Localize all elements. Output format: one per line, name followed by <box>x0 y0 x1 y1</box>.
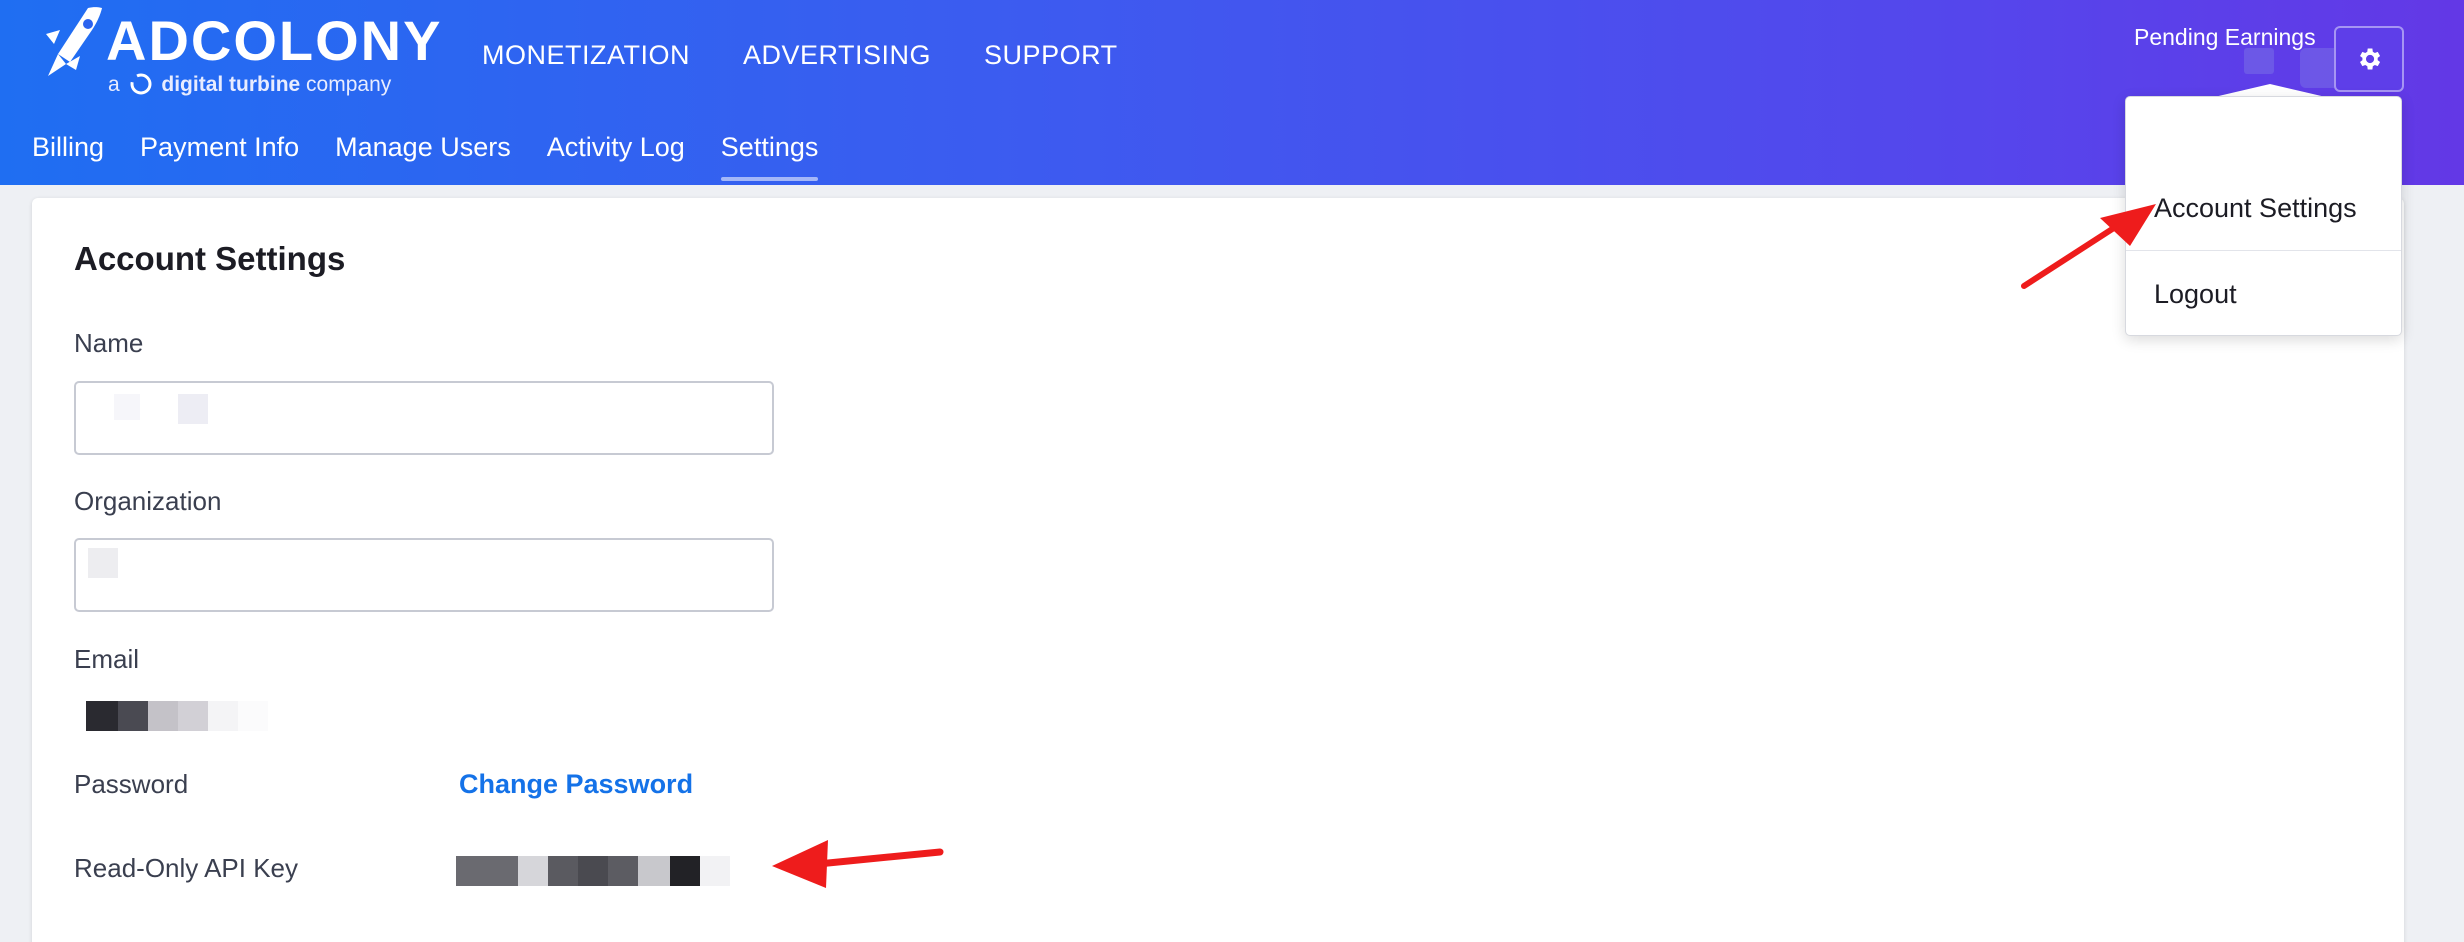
organization-redacted <box>88 548 118 578</box>
logo-wordmark: ADCOLONY <box>106 9 443 72</box>
page-title: Account Settings <box>74 240 346 277</box>
pending-earnings-label: Pending Earnings <box>2134 24 2316 50</box>
name-redacted <box>114 394 140 420</box>
organization-input[interactable] <box>74 538 774 612</box>
pending-earnings-redacted <box>2244 48 2274 74</box>
annotation-arrow-icon-2 <box>772 840 944 888</box>
settings-gear-button[interactable] <box>2334 26 2404 92</box>
subnav-settings[interactable]: Settings <box>720 132 818 181</box>
settings-dropdown-menu: Account Settings Logout <box>2125 96 2402 336</box>
api-key-label: Read-Only API Key <box>74 853 298 883</box>
logo-subline: a digital turbine company <box>108 72 391 97</box>
email-label: Email <box>74 644 140 674</box>
organization-label: Organization <box>74 486 222 516</box>
change-password-link[interactable]: Change Password <box>459 769 693 800</box>
nav-advertising[interactable]: ADVERTISING <box>743 40 931 71</box>
logo-subline-prefix: a <box>108 73 120 96</box>
gear-icon <box>2360 48 2381 70</box>
logo-subline-bold: digital turbine <box>161 73 301 96</box>
adcolony-logo[interactable]: ADCOLONY a digital turbine company <box>36 4 440 104</box>
sub-nav: Billing Payment Info Manage Users Activi… <box>32 132 818 181</box>
password-label: Password <box>74 769 189 799</box>
account-settings-card: Account Settings Name Organization Email… <box>32 198 2404 942</box>
email-redacted <box>86 701 276 731</box>
subnav-payment-info[interactable]: Payment Info <box>140 132 299 173</box>
rocket-icon <box>46 7 102 76</box>
digital-turbine-swirl-icon <box>130 73 152 95</box>
name-label: Name <box>74 328 144 358</box>
menu-item-account-settings[interactable]: Account Settings <box>2154 193 2357 224</box>
menu-item-logout[interactable]: Logout <box>2154 279 2237 310</box>
subnav-billing[interactable]: Billing <box>32 132 104 173</box>
api-key-redacted <box>456 856 736 886</box>
nav-monetization[interactable]: MONETIZATION <box>482 40 690 71</box>
logo-subline-suffix: company <box>306 73 392 96</box>
menu-divider <box>2126 250 2401 251</box>
name-redacted-2 <box>178 394 208 424</box>
subnav-activity-log[interactable]: Activity Log <box>547 132 685 173</box>
top-nav: MONETIZATION ADVERTISING SUPPORT <box>482 40 1118 71</box>
subnav-manage-users[interactable]: Manage Users <box>335 132 511 173</box>
app-header: ADCOLONY a digital turbine company MONET… <box>0 0 2464 185</box>
annotation-arrow-icon <box>2021 204 2156 289</box>
nav-support[interactable]: SUPPORT <box>984 40 1118 71</box>
